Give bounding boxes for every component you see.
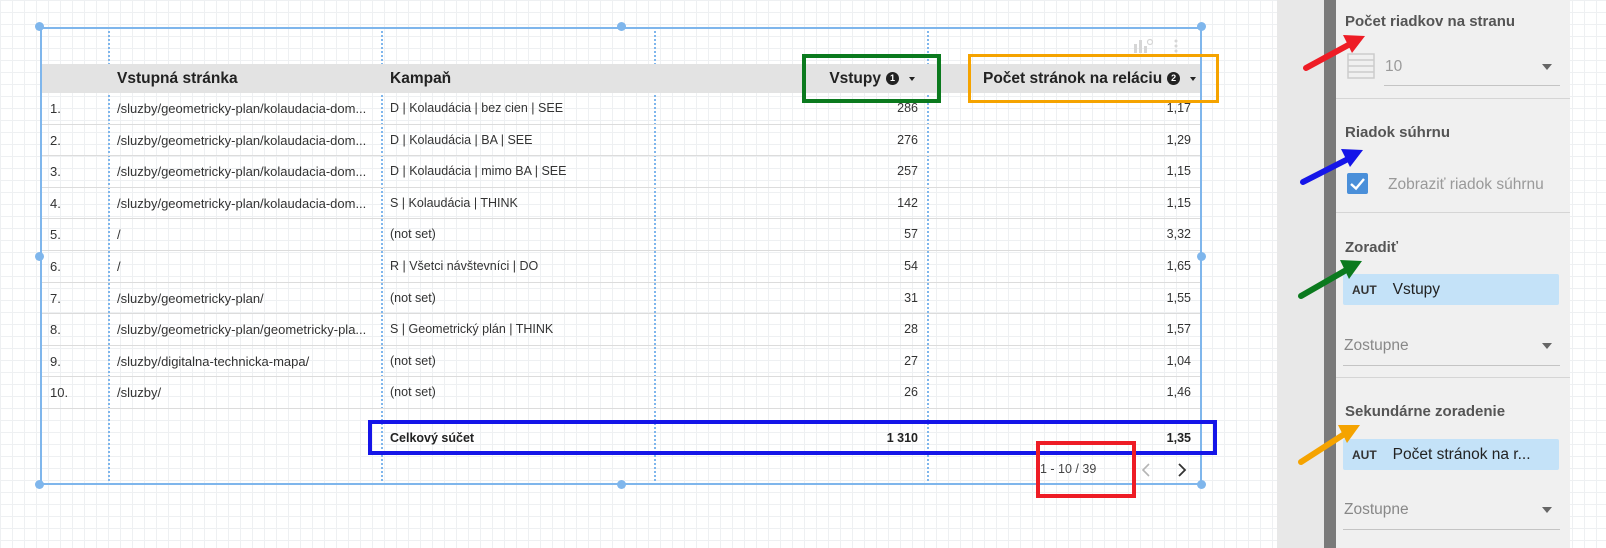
chevron-right-icon[interactable]	[1177, 462, 1187, 478]
row-index: 5.	[50, 227, 61, 243]
resize-handle[interactable]	[617, 480, 626, 489]
table-row[interactable]: 7. /sluzby/geometricky-plan/ (not set) 31 1,…	[42, 283, 1200, 315]
row-index: 1.	[50, 101, 61, 116]
landing-page-cell: /sluzby/geometricky-plan/kolaudacia-dom.…	[117, 164, 367, 180]
resize-handle[interactable]	[35, 22, 44, 31]
secondary-sort-order-select[interactable]: Zostupne	[1344, 501, 1409, 519]
entries-cell: 27	[904, 353, 918, 368]
campaign-cell: (not set)	[390, 385, 436, 400]
row-index: 9.	[50, 353, 61, 369]
pps-cell: 1,15	[1166, 164, 1191, 179]
highlight-box-red	[1036, 441, 1136, 498]
sort-field-label: Vstupy	[1392, 281, 1441, 298]
select-underline	[1343, 529, 1560, 530]
resize-handle[interactable]	[1197, 480, 1206, 489]
table-row[interactable]: 3. /sluzby/geometricky-plan/kolaudacia-do…	[42, 156, 1200, 188]
landing-page-cell: /	[117, 259, 121, 274]
header-campaign[interactable]: Kampaň	[390, 64, 451, 93]
campaign-cell: S | Kolaudácia | THINK	[390, 195, 518, 210]
annotation-arrows-lower	[1298, 260, 1362, 465]
divider	[1336, 212, 1570, 213]
row-index: 6.	[50, 259, 61, 274]
highlight-box-orange	[968, 54, 1219, 103]
campaign-cell: S | Geometrický plán | THINK	[390, 322, 554, 337]
header-landing-page[interactable]: Vstupná stránka	[117, 64, 238, 93]
landing-page-cell: /	[117, 227, 121, 243]
campaign-cell: (not set)	[390, 353, 436, 368]
entries-cell: 31	[904, 290, 918, 305]
chevron-left-icon[interactable]	[1141, 462, 1151, 478]
row-index: 8.	[50, 322, 61, 338]
campaign-cell: (not set)	[390, 227, 436, 242]
secondary-sort-field-label: Počet stránok na r...	[1392, 446, 1531, 463]
table-row[interactable]: 5. / (not set) 57 3,32	[42, 219, 1200, 251]
row-index: 10.	[50, 385, 69, 401]
entries-cell: 54	[904, 259, 918, 273]
pps-cell: 1,57	[1166, 322, 1191, 337]
row-index: 2.	[50, 132, 61, 148]
entries-cell: 257	[897, 164, 918, 179]
more-vert-icon[interactable]	[1172, 38, 1180, 54]
row-index: 4.	[50, 195, 61, 211]
campaign-cell: (not set)	[390, 290, 436, 305]
table-row[interactable]: 9. /sluzby/digitalna-technicka-mapa/ (not …	[42, 346, 1200, 378]
table-row[interactable]: 2. /sluzby/geometricky-plan/kolaudacia-do…	[42, 125, 1200, 157]
pps-cell: 3,32	[1166, 227, 1191, 242]
pps-cell: 1,65	[1166, 259, 1191, 273]
pps-cell: 1,15	[1166, 195, 1191, 210]
chart-options-icon[interactable]	[1133, 38, 1153, 54]
row-index: 3.	[50, 164, 61, 180]
rows-per-page-select[interactable]: 10	[1385, 58, 1402, 76]
landing-page-cell: /sluzby/geometricky-plan/kolaudacia-dom.…	[117, 101, 367, 116]
resize-handle[interactable]	[617, 22, 626, 31]
resize-handle[interactable]	[35, 480, 44, 489]
pps-cell: 1,04	[1166, 353, 1191, 368]
pps-cell: 1,46	[1166, 385, 1191, 400]
pps-cell: 1,29	[1166, 132, 1191, 147]
landing-page-cell: /sluzby/digitalna-technicka-mapa/	[117, 353, 310, 369]
table-row[interactable]: 4. /sluzby/geometricky-plan/kolaudacia-do…	[42, 188, 1200, 220]
row-index: 7.	[50, 290, 61, 306]
summary-row-checkbox-label[interactable]: Zobraziť riadok súhrnu	[1388, 176, 1544, 194]
entries-cell: 28	[904, 322, 918, 337]
entries-cell: 276	[897, 132, 918, 147]
entries-cell: 57	[904, 227, 918, 242]
campaign-cell: D | Kolaudácia | bez cien | SEE	[390, 101, 564, 115]
table-row[interactable]: 6. / R | Všetci návštevníci | DO 54 1,65	[42, 251, 1200, 283]
chevron-down-icon[interactable]	[1542, 343, 1552, 349]
landing-page-cell: /sluzby/	[117, 385, 162, 401]
entries-cell: 26	[904, 385, 918, 400]
landing-page-cell: /sluzby/geometricky-plan/kolaudacia-dom.…	[117, 195, 367, 211]
table-row[interactable]: 8. /sluzby/geometricky-plan/geometricky-p…	[42, 314, 1200, 346]
highlight-box-green	[802, 54, 941, 103]
landing-page-cell: /sluzby/geometricky-plan/geometricky-pla…	[117, 322, 367, 338]
campaign-cell: R | Všetci návštevníci | DO	[390, 259, 539, 273]
chevron-down-icon[interactable]	[1542, 64, 1552, 70]
annotation-arrows	[1300, 35, 1365, 185]
landing-page-cell: /sluzby/geometricky-plan/	[117, 290, 264, 306]
campaign-cell: D | Kolaudácia | mimo BA | SEE	[390, 164, 567, 179]
table-row[interactable]: 10. /sluzby/ (not set) 26 1,46	[42, 377, 1200, 409]
select-underline	[1384, 85, 1560, 86]
campaign-cell: D | Kolaudácia | BA | SEE	[390, 132, 533, 147]
entries-cell: 142	[897, 195, 918, 210]
pps-cell: 1,55	[1166, 290, 1191, 305]
landing-page-cell: /sluzby/geometricky-plan/kolaudacia-dom.…	[117, 132, 367, 148]
chevron-down-icon[interactable]	[1542, 507, 1552, 513]
resize-handle[interactable]	[1197, 22, 1206, 31]
